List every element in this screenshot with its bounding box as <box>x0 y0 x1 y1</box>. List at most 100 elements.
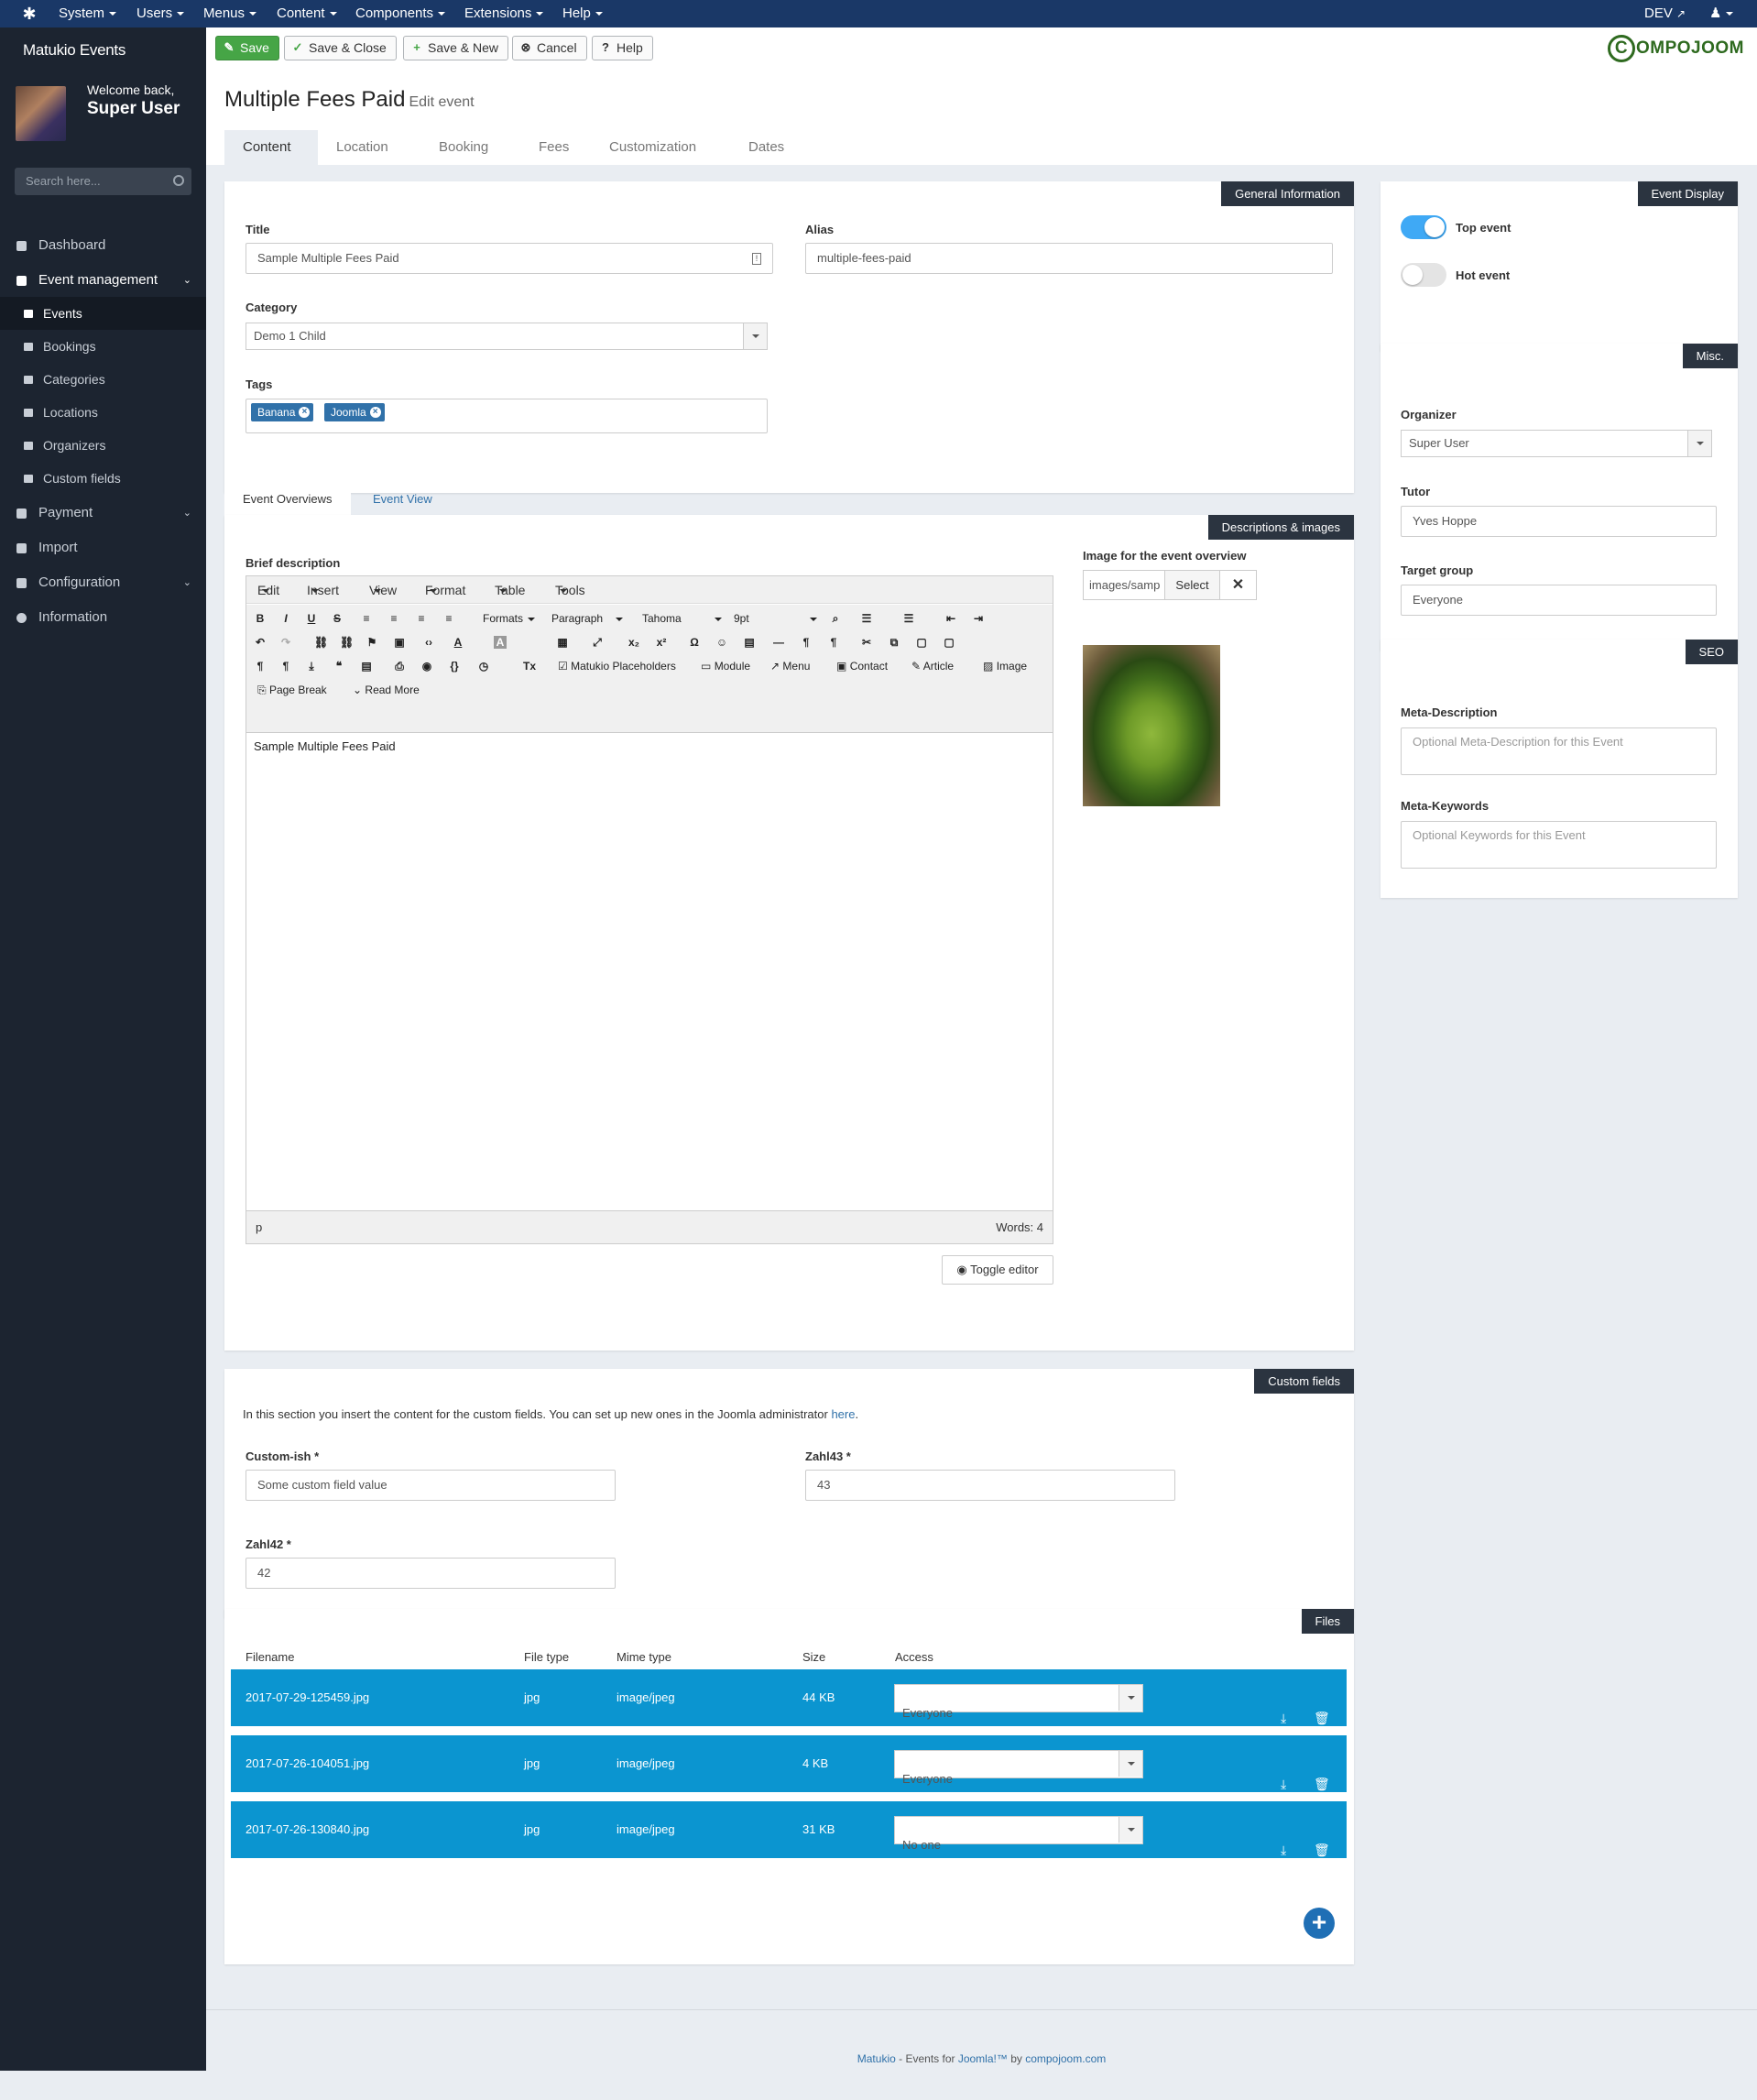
tab-customization[interactable]: Customization <box>591 130 715 165</box>
trash-icon[interactable]: 🗑 <box>1314 1821 1330 1857</box>
preview-icon[interactable]: ◉ <box>420 660 433 673</box>
editor-menu-insert[interactable]: Insert <box>307 576 339 604</box>
editor-content[interactable]: Sample Multiple Fees Paid <box>254 739 396 753</box>
find-icon[interactable]: ⌕ <box>829 612 842 625</box>
italic-icon[interactable]: I <box>279 612 292 625</box>
remove-tag-icon[interactable]: × <box>369 407 381 418</box>
trash-icon[interactable]: 🗑 <box>1314 1690 1330 1725</box>
formats-dropdown[interactable]: Formats <box>483 610 536 627</box>
subscript-icon[interactable]: x₂ <box>628 636 640 649</box>
contact-button[interactable]: ▣ Contact <box>836 658 888 674</box>
download-icon[interactable]: ⤓ <box>1281 1755 1293 1791</box>
joomla-link[interactable]: Joomla!™ <box>958 2052 1008 2065</box>
font-family-dropdown[interactable]: Tahoma <box>642 610 722 627</box>
copy-icon[interactable]: ⧉ <box>888 636 900 649</box>
code-sample-icon[interactable]: {} <box>448 660 461 673</box>
redo-icon[interactable]: ↷ <box>279 636 292 649</box>
target-group-input[interactable]: Everyone <box>1401 585 1717 616</box>
link-icon[interactable]: ⛓ <box>314 636 328 649</box>
trash-icon[interactable]: 🗑 <box>1314 1755 1330 1791</box>
cut-icon[interactable]: ✂ <box>860 636 873 649</box>
superscript-icon[interactable]: x² <box>655 636 668 649</box>
bold-icon[interactable]: B <box>254 612 267 625</box>
zahl43-input[interactable]: 43 <box>805 1470 1175 1501</box>
font-size-dropdown[interactable]: 9pt <box>734 610 817 627</box>
module-button[interactable]: ▭ Module <box>701 658 750 674</box>
sidebar-item-custom-fields[interactable]: Custom fields <box>0 462 206 495</box>
site-link[interactable]: DEV ↗ <box>1644 0 1686 27</box>
sidebar-item-configuration[interactable]: Configuration ⌄ <box>0 566 206 599</box>
tutor-input[interactable]: Yves Hoppe <box>1401 506 1717 537</box>
numbered-list-icon[interactable]: ☰ <box>902 612 915 625</box>
sidebar-item-locations[interactable]: Locations <box>0 396 206 429</box>
code-icon[interactable]: ‹› <box>422 636 435 649</box>
hot-event-toggle[interactable] <box>1401 263 1446 287</box>
fullscreen-icon[interactable]: ⤢ <box>591 636 604 649</box>
image-icon[interactable]: ▣ <box>393 636 406 649</box>
custom-ish-input[interactable]: Some custom field value <box>246 1470 616 1501</box>
bookmark-icon[interactable]: ⚑ <box>366 636 378 649</box>
background-color-icon[interactable]: A <box>494 636 507 649</box>
underline-icon[interactable]: U <box>305 612 318 625</box>
matukio-link[interactable]: Matukio <box>857 2052 896 2065</box>
compojoom-link[interactable]: compojoom.com <box>1025 2052 1106 2065</box>
clear-format-icon[interactable]: Tx <box>523 660 536 673</box>
sidebar-item-bookings[interactable]: Bookings <box>0 330 206 363</box>
outdent-icon[interactable]: ⇤ <box>944 612 957 625</box>
help-button[interactable]: ? Help <box>592 36 653 60</box>
menu-users[interactable]: Users <box>136 0 185 27</box>
tab-location[interactable]: Location <box>318 130 407 165</box>
align-center-icon[interactable]: ≡ <box>387 612 400 625</box>
sidebar-item-information[interactable]: Information <box>0 601 206 634</box>
menu-content[interactable]: Content <box>277 0 337 27</box>
add-file-button[interactable]: + <box>1304 1908 1335 1939</box>
select-image-button[interactable]: Select <box>1164 571 1219 599</box>
zahl42-input[interactable]: 42 <box>246 1558 616 1589</box>
sidebar-item-dashboard[interactable]: Dashboard <box>0 229 206 262</box>
emoticons-icon[interactable]: ☺ <box>715 636 728 649</box>
align-left-icon[interactable]: ≡ <box>360 612 373 625</box>
access-select[interactable]: No one <box>894 1816 1143 1852</box>
meta-description-textarea[interactable]: Optional Meta-Description for this Event <box>1401 727 1717 775</box>
media-icon[interactable]: ▤ <box>743 636 756 649</box>
meta-keywords-textarea[interactable]: Optional Keywords for this Event <box>1401 821 1717 869</box>
clear-image-icon[interactable]: ✕ <box>1219 571 1256 599</box>
menu-extensions[interactable]: Extensions <box>464 0 544 27</box>
download-icon[interactable]: ⤓ <box>1281 1821 1293 1857</box>
print-icon[interactable]: ⎙ <box>393 660 406 673</box>
insert-time-icon[interactable]: ◷ <box>477 660 490 673</box>
editor-menu-format[interactable]: Format <box>425 576 465 604</box>
text-color-icon[interactable]: A <box>452 636 464 649</box>
editor-menu-table[interactable]: Table <box>495 576 525 604</box>
access-select[interactable]: Everyone <box>894 1684 1143 1720</box>
ltr-icon[interactable]: ¶ <box>800 636 813 649</box>
here-link[interactable]: here <box>831 1407 855 1421</box>
save-button[interactable]: ✎ Save <box>215 36 279 60</box>
rtl-icon[interactable]: ¶ <box>827 636 840 649</box>
template-icon[interactable]: ▤ <box>360 660 373 673</box>
align-justify-icon[interactable]: ≡ <box>442 612 455 625</box>
save-new-button[interactable]: + Save & New <box>403 36 509 60</box>
tab-fees[interactable]: Fees <box>520 130 587 165</box>
menu-button[interactable]: ↗ Menu <box>770 658 810 674</box>
sidebar-item-categories[interactable]: Categories <box>0 363 206 396</box>
tab-content[interactable]: Content <box>224 130 318 165</box>
sidebar-item-organizers[interactable]: Organizers <box>0 429 206 462</box>
horizontal-rule-icon[interactable]: — <box>772 636 785 649</box>
page-break-button[interactable]: ⎘ Page Break <box>257 682 327 698</box>
download-icon[interactable]: ⤓ <box>1281 1690 1293 1725</box>
remove-tag-icon[interactable]: × <box>299 407 311 418</box>
tab-event-view[interactable]: Event View <box>355 484 451 515</box>
bullet-list-icon[interactable]: ☰ <box>860 612 873 625</box>
table-icon[interactable]: ▦ <box>556 636 569 649</box>
tab-booking[interactable]: Booking <box>420 130 507 165</box>
indent-icon[interactable]: ⇥ <box>972 612 985 625</box>
sidebar-item-events[interactable]: Events <box>0 297 206 330</box>
tab-event-overviews[interactable]: Event Overviews <box>224 484 351 515</box>
menu-system[interactable]: System <box>59 0 117 27</box>
visual-chars-icon[interactable]: ¶ <box>254 660 267 673</box>
read-more-button[interactable]: ⌄ Read More <box>353 682 420 698</box>
editor-menu-tools[interactable]: Tools <box>555 576 585 604</box>
editor-menu-view[interactable]: View <box>369 576 397 604</box>
special-char-icon[interactable]: Ω <box>688 636 701 649</box>
